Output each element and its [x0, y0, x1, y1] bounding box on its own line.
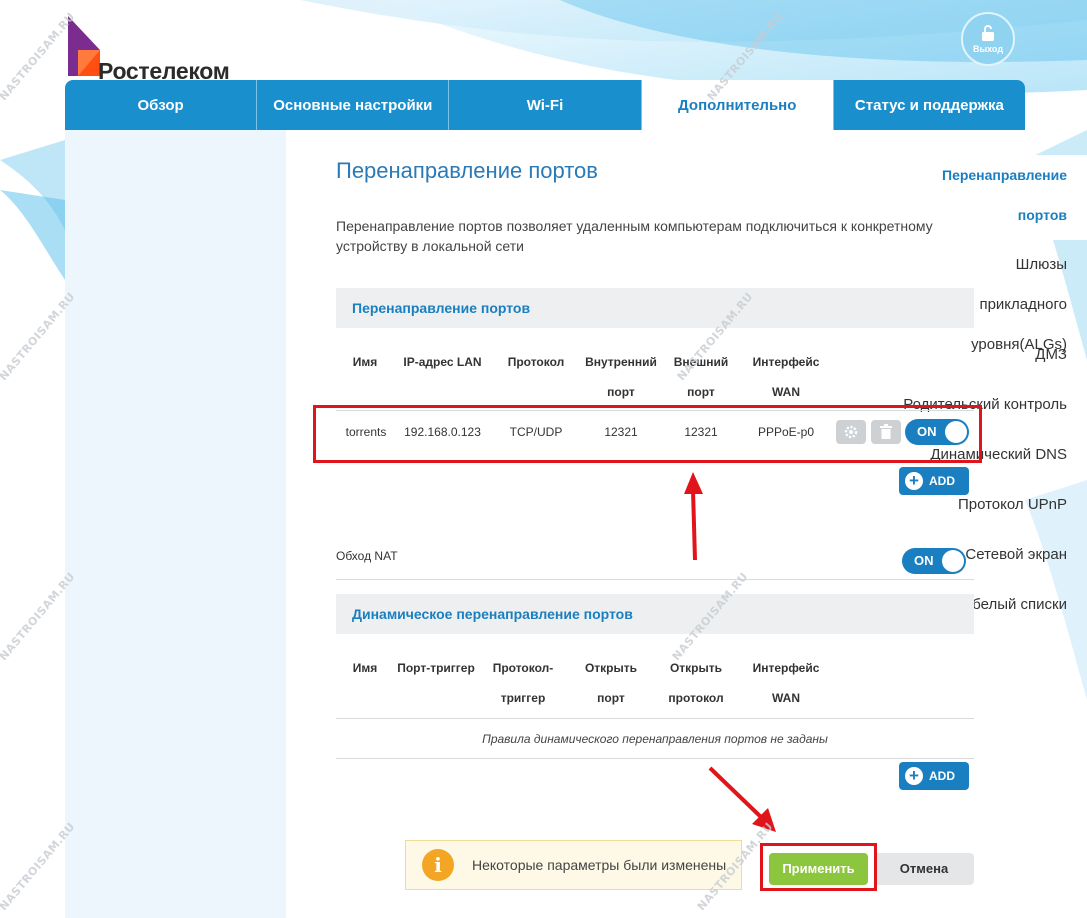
column-header: Открыть порт — [584, 661, 638, 705]
nat-bypass-label: Обход NAT — [336, 549, 398, 563]
cell-protocol: TCP/UDP — [509, 425, 563, 439]
cell-external-port: 12321 — [684, 425, 718, 439]
notice-text: Некоторые параметры были изменены — [472, 857, 727, 873]
add-label: ADD — [929, 769, 955, 783]
column-header: Протокол-триггер — [492, 661, 554, 705]
sidebar-item-firewall[interactable]: Сетевой экран — [867, 535, 1067, 575]
toggle-label: ON — [917, 424, 937, 439]
apply-button[interactable]: Применить — [769, 853, 868, 885]
column-header: Открыть протокол — [668, 661, 724, 705]
cell-internal-port: 12321 — [604, 425, 638, 439]
logout-label: Выход — [972, 44, 1004, 54]
sidebar-item-label: ДМЗ — [1035, 346, 1067, 363]
unlock-icon — [982, 25, 994, 41]
table-divider — [336, 758, 974, 759]
column-header: Порт-триггер — [397, 661, 475, 675]
rule-enable-toggle[interactable]: ON — [905, 419, 969, 445]
toggle-label: ON — [914, 553, 934, 568]
section-divider — [336, 579, 974, 580]
delete-rule-button[interactable] — [871, 420, 901, 444]
tab-basic-settings[interactable]: Основные настройки — [257, 80, 450, 130]
sidebar-item-label: Динамический DNS — [930, 446, 1067, 463]
tab-label: Wi-Fi — [526, 96, 564, 114]
tab-status-support[interactable]: Статус и поддержка — [833, 80, 1025, 130]
edit-rule-button[interactable] — [836, 420, 866, 444]
logout-button[interactable]: Выход — [961, 12, 1015, 66]
sidebar-item-dmz[interactable]: ДМЗ — [867, 335, 1067, 375]
cell-ip: 192.168.0.123 — [404, 425, 481, 439]
plus-icon: + — [905, 472, 923, 490]
sidebar-item-parental-control[interactable]: Родительский контроль — [867, 385, 1067, 425]
column-header: IP-адрес LAN — [403, 355, 482, 369]
page-title: Перенаправление портов — [336, 158, 598, 183]
add-dynamic-forwarding-button[interactable]: + ADD — [899, 762, 969, 790]
column-header: Внутренний порт — [585, 355, 657, 399]
cell-interface: PPPoE-p0 — [757, 425, 815, 439]
tab-overview[interactable]: Обзор — [65, 80, 258, 130]
tab-wifi[interactable]: Wi-Fi — [449, 80, 642, 130]
tab-label: Основные настройки — [273, 96, 433, 114]
page-description: Перенаправление портов позволяет удаленн… — [336, 218, 933, 254]
section-dynamic-forwarding-heading: Динамическое перенаправление портов — [336, 594, 974, 634]
add-label: ADD — [929, 474, 955, 488]
column-header: Интерфейс WAN — [752, 661, 820, 705]
cancel-button[interactable]: Отмена — [874, 853, 974, 885]
info-icon: i — [422, 849, 454, 881]
plus-icon: + — [905, 767, 923, 785]
column-header: Имя — [352, 355, 378, 369]
nat-bypass-toggle[interactable]: ON — [902, 548, 966, 574]
add-port-forwarding-button[interactable]: + ADD — [899, 467, 969, 495]
unsaved-changes-notice: i Некоторые параметры были изменены — [405, 840, 742, 890]
tab-advanced[interactable]: Дополнительно — [641, 80, 834, 130]
brand-logo: Ростелеком — [64, 14, 244, 84]
toggle-knob — [942, 550, 964, 572]
empty-table-message: Правила динамического перенаправления по… — [482, 732, 828, 746]
tab-label: Обзор — [137, 96, 184, 114]
sidebar — [65, 130, 286, 918]
table-divider — [336, 410, 974, 411]
cell-name: torrents — [345, 425, 387, 439]
tab-label: Дополнительно — [678, 96, 797, 114]
gear-icon — [844, 425, 858, 439]
column-header: Протокол — [507, 355, 565, 369]
toggle-knob — [945, 421, 967, 443]
tab-label: Статус и поддержка — [854, 96, 1004, 114]
column-header: Имя — [352, 661, 378, 675]
section-port-forwarding-heading: Перенаправление портов — [336, 288, 974, 328]
trash-icon — [880, 424, 892, 439]
top-navigation: Обзор Основные настройки Wi-Fi Дополните… — [65, 80, 1025, 130]
column-header: Интерфейс WAN — [752, 355, 820, 399]
sidebar-item-label: Сетевой экран — [965, 546, 1067, 563]
sidebar-item-label: Протокол UPnP — [957, 496, 1067, 513]
